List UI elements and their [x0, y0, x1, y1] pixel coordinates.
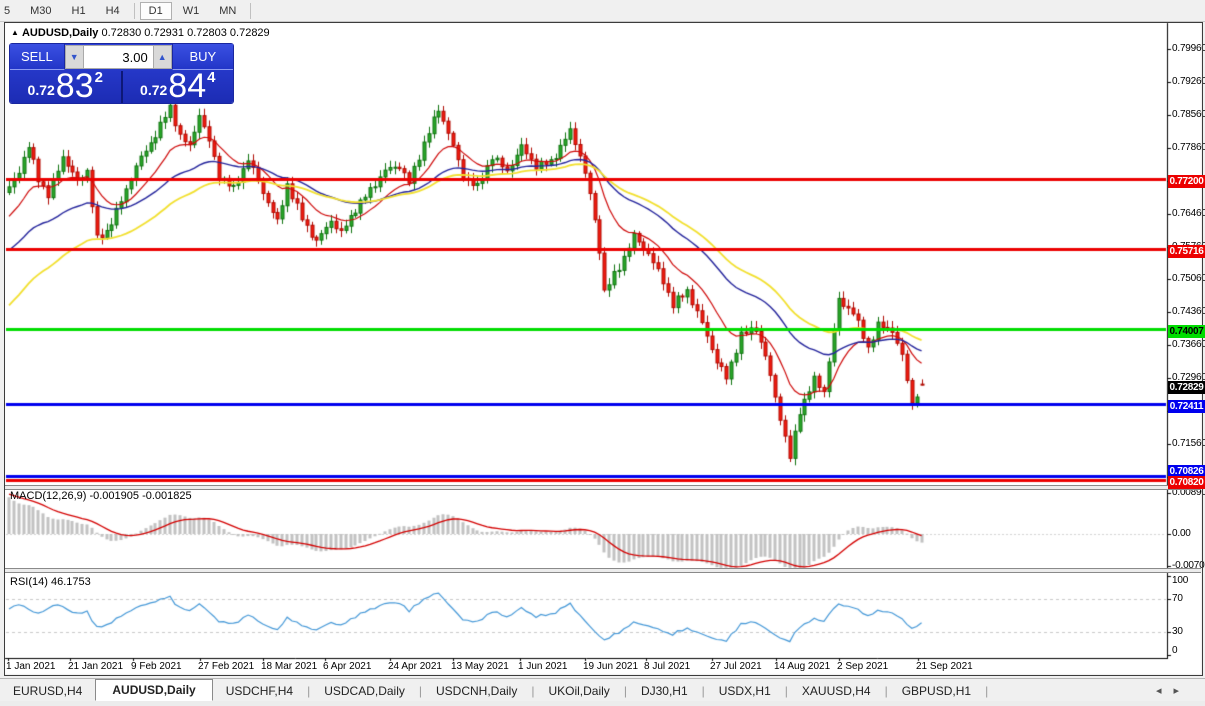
chart-tab-gbpusd[interactable]: GBPUSD,H1: [889, 681, 984, 701]
date-label: 27 Feb 2021: [198, 661, 254, 672]
toolbar-separator: [250, 3, 251, 19]
level-price-badge: 0.77200: [1168, 175, 1205, 188]
date-label: 21 Sep 2021: [916, 661, 973, 672]
sell-price-prefix: 0.72: [28, 82, 55, 98]
level-price-badge: 0.75716: [1168, 245, 1205, 258]
tab-separator: |: [307, 684, 310, 698]
panel-toggle-icon[interactable]: ▲: [11, 28, 19, 37]
tab-scroll-right-icon[interactable]: ▸: [1173, 685, 1191, 697]
timeframe-button-5[interactable]: 5: [1, 2, 19, 20]
toolbar-separator: [134, 3, 135, 19]
price-axis-label: 0.71560: [1172, 438, 1205, 449]
chart-tab-usdchf[interactable]: USDCHF,H4: [213, 681, 306, 701]
pane-splitter-rsi[interactable]: [5, 568, 1201, 573]
tab-separator: |: [624, 684, 627, 698]
buy-price-big: 84: [168, 71, 206, 101]
date-label: 27 Jul 2021: [710, 661, 762, 672]
date-label: 21 Jan 2021: [68, 661, 123, 672]
tab-separator: |: [702, 684, 705, 698]
date-label: 1 Jan 2021: [6, 661, 56, 672]
date-label: 24 Apr 2021: [388, 661, 442, 672]
date-label: 6 Apr 2021: [323, 661, 371, 672]
timeframe-button-h4[interactable]: H4: [97, 2, 129, 20]
date-label: 2 Sep 2021: [837, 661, 888, 672]
macd-indicator-label: MACD(12,26,9) -0.001905 -0.001825: [10, 490, 192, 502]
sell-price-sup: 2: [95, 69, 103, 86]
current-price-badge: 0.72829: [1168, 381, 1205, 394]
timeframe-toolbar: 5M30H1H4 D1W1MN: [0, 0, 1205, 22]
rsi-axis-label: 100: [1172, 575, 1188, 586]
volume-input[interactable]: 3.00: [84, 45, 153, 69]
tab-separator: |: [985, 684, 988, 698]
tab-separator: |: [419, 684, 422, 698]
price-axis-label: 0.76460: [1172, 208, 1205, 219]
tab-separator: |: [531, 684, 534, 698]
timeframe-button-mn[interactable]: MN: [210, 2, 245, 20]
sell-price-big: 83: [56, 71, 94, 101]
chart-tab-usdcad[interactable]: USDCAD,Daily: [311, 681, 418, 701]
price-axis-label: 0.77860: [1172, 142, 1205, 153]
price-axis-label: 0.73660: [1172, 339, 1205, 350]
symbol-label: AUDUSD,Daily: [22, 27, 98, 39]
chart-tab-usdcnh[interactable]: USDCNH,Daily: [423, 681, 530, 701]
timeframe-button-w1[interactable]: W1: [174, 2, 209, 20]
price-axis-label: 0.79260: [1172, 76, 1205, 87]
level-price-badge: 0.74007: [1168, 325, 1205, 338]
date-label: 8 Jul 2021: [644, 661, 690, 672]
chart-tab-xauusd[interactable]: XAUUSD,H4: [789, 681, 884, 701]
volume-decrease-icon[interactable]: ▼: [65, 45, 84, 69]
rsi-indicator-label: RSI(14) 46.1753: [10, 576, 91, 588]
price-axis-label: 0.79960: [1172, 43, 1205, 54]
volume-increase-icon[interactable]: ▲: [153, 45, 172, 69]
timeframe-button-h1[interactable]: H1: [63, 2, 95, 20]
level-price-badge: 0.72411: [1168, 400, 1205, 413]
tab-separator: |: [785, 684, 788, 698]
buy-price[interactable]: 0.72 84 4: [123, 71, 234, 103]
one-click-trading-panel: SELL ▼ 3.00 ▲ BUY 0.72 83 2 0.72 84 4: [10, 44, 233, 103]
date-label: 19 Jun 2021: [583, 661, 638, 672]
chart-tab-audusd[interactable]: AUDUSD,Daily: [95, 679, 212, 701]
chart-title: ▲ AUDUSD,Daily 0.72830 0.72931 0.72803 0…: [11, 27, 270, 39]
date-label: 1 Jun 2021: [518, 661, 568, 672]
chart-tab-usdx[interactable]: USDX,H1: [706, 681, 784, 701]
volume-stepper: ▼ 3.00 ▲: [65, 45, 172, 69]
date-label: 9 Feb 2021: [131, 661, 182, 672]
chart-tab-bar: EURUSD,H4AUDUSD,DailyUSDCHF,H4|USDCAD,Da…: [0, 678, 1205, 702]
price-axis-label: 0.78560: [1172, 109, 1205, 120]
level-price-badge: 0.70820: [1168, 476, 1205, 489]
timeframe-button-d1[interactable]: D1: [140, 2, 172, 20]
tab-separator: |: [885, 684, 888, 698]
tab-scroll-left-icon[interactable]: ◂: [1156, 685, 1174, 697]
macd-axis-label: 0.00: [1172, 528, 1191, 539]
sell-price[interactable]: 0.72 83 2: [10, 71, 123, 103]
timeframe-button-m30[interactable]: M30: [21, 2, 60, 20]
price-axis-label: 0.74360: [1172, 306, 1205, 317]
date-label: 13 May 2021: [451, 661, 509, 672]
chart-tab-ukoil[interactable]: UKOil,Daily: [535, 681, 622, 701]
status-strip: [0, 701, 1205, 706]
date-label: 18 Mar 2021: [261, 661, 317, 672]
buy-price-prefix: 0.72: [140, 82, 167, 98]
tab-scroll-arrows: ◂▸: [1156, 684, 1191, 697]
buy-price-sup: 4: [207, 69, 215, 86]
ohlc-values: 0.72830 0.72931 0.72803 0.72829: [101, 27, 269, 39]
rsi-axis-label: 70: [1172, 593, 1183, 604]
chart-tab-dj30[interactable]: DJ30,H1: [628, 681, 701, 701]
chart-tab-eurusd[interactable]: EURUSD,H4: [0, 681, 95, 701]
price-axis-label: 0.75060: [1172, 273, 1205, 284]
date-label: 14 Aug 2021: [774, 661, 830, 672]
rsi-axis-label: 0: [1172, 645, 1177, 656]
chart-canvas[interactable]: [0, 0, 1205, 706]
rsi-axis-label: 30: [1172, 626, 1183, 637]
